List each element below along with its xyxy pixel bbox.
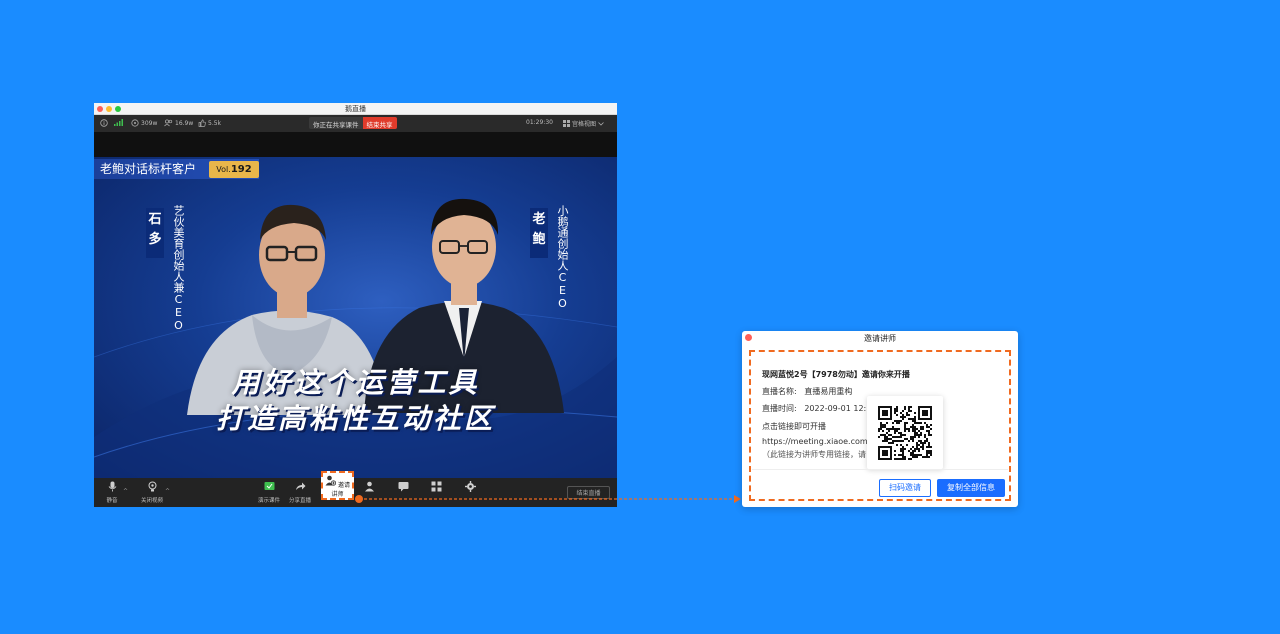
- viewer-stat: 16.9w: [164, 119, 193, 127]
- bottom-toolbar: 静音 ^ 关闭视频 ^ 演示课件 分享直播 结束直播: [94, 478, 617, 507]
- info-icon[interactable]: [100, 119, 108, 127]
- apps-grid-icon: [431, 481, 441, 492]
- apps-button[interactable]: [422, 481, 450, 496]
- video-options-chevron-icon[interactable]: ^: [165, 488, 170, 495]
- chat-button[interactable]: [389, 481, 417, 496]
- gear-icon: [464, 481, 476, 492]
- stop-share-button[interactable]: 结束共享: [362, 117, 397, 129]
- end-live-button[interactable]: 结束直播: [567, 486, 610, 499]
- courseware-button[interactable]: 演示课件: [255, 481, 283, 504]
- window-titlebar: 鹅直播: [94, 103, 617, 115]
- headline-line-2: 打造高粘性互动社区: [215, 402, 495, 435]
- person-icon: [364, 481, 374, 492]
- share-arrow-icon: [295, 482, 305, 490]
- share-status-pill: 你正在共享课件 结束共享: [309, 117, 397, 129]
- copy-all-info-button[interactable]: 复制全部信息: [937, 479, 1005, 497]
- vol-badge: Vol.192: [209, 161, 259, 178]
- invite-heading: 现网蓝悦2号【7978勿动】邀请你来开播: [762, 370, 910, 379]
- qr-code-card: [867, 396, 943, 469]
- likes-value: 5.5k: [208, 119, 222, 127]
- mute-label: 静音: [106, 498, 118, 504]
- live-name-value: 直播易用重构: [804, 387, 853, 396]
- status-bar: 309w 16.9w 5.5k 你正在共享课件 结束共享 01:29:30 宫格…: [94, 115, 617, 132]
- invite-lecturer-dialog: 邀请讲师 现网蓝悦2号【7978勿动】邀请你来开播 直播名称: 直播易用重构 直…: [742, 331, 1018, 507]
- vol-label: Vol.: [216, 165, 231, 174]
- dialog-divider: [752, 469, 1008, 470]
- video-label: 关闭视频: [140, 498, 163, 504]
- live-time-row: 直播时间: 2022-09-01 12:: [762, 403, 866, 414]
- invite-link[interactable]: https://meeting.xiaoe.com/: [762, 437, 870, 446]
- share-live-label: 分享直播: [288, 498, 311, 504]
- headline-line-1: 用好这个运营工具: [231, 366, 480, 399]
- microphone-icon: [108, 481, 116, 492]
- courseware-label: 演示课件: [257, 498, 280, 504]
- likes-stat: 5.5k: [198, 119, 221, 127]
- stream-value: 309w: [141, 119, 158, 127]
- dialog-title: 邀请讲师: [864, 334, 896, 343]
- live-timer: 01:29:30: [526, 119, 553, 126]
- signal-icon: [114, 119, 123, 126]
- share-status-text: 你正在共享课件: [309, 117, 363, 129]
- stream-icon: [131, 119, 139, 127]
- mute-options-chevron-icon[interactable]: ^: [123, 488, 128, 495]
- viewers-value: 16.9w: [175, 119, 194, 127]
- qr-code-image: [878, 406, 932, 460]
- click-link-text: 点击链接即可开播: [762, 422, 826, 431]
- live-name-label: 直播名称:: [762, 387, 797, 396]
- vol-number: 192: [230, 164, 252, 175]
- live-time-value: 2022-09-01 12:: [804, 404, 867, 413]
- courseware-stage: 老鲍对话标杆客户 Vol.192 石多 艺伙美育创始人兼CEO 老鲍 小鹅通创始…: [94, 157, 617, 478]
- link-note: （此链接为讲师专用链接，请: [762, 450, 866, 459]
- mute-button[interactable]: 静音: [98, 481, 126, 504]
- chat-icon: [398, 482, 408, 492]
- layout-view-dropdown[interactable]: 宫格视图: [563, 119, 604, 128]
- grid-view-icon: [563, 120, 570, 127]
- layout-view-label: 宫格视图: [572, 121, 597, 128]
- live-window: 鹅直播 309w 16.9w 5.5k 你正在共享课件 结束共享 01:29:3…: [94, 103, 617, 507]
- video-button[interactable]: 关闭视频: [138, 481, 166, 504]
- stream-stat: 309w: [131, 119, 157, 127]
- live-time-label: 直播时间:: [762, 404, 797, 413]
- courseware-icon: [264, 482, 274, 490]
- guest-left-name: 石多: [146, 208, 164, 258]
- window-title: 鹅直播: [345, 105, 366, 113]
- invite-lecturer-button[interactable]: 邀请讲师: [321, 471, 354, 500]
- scan-invite-button[interactable]: 扫码邀请: [879, 479, 931, 497]
- thumbs-up-icon: [198, 119, 206, 127]
- invite-person-icon: [325, 475, 337, 486]
- members-button[interactable]: [355, 481, 383, 496]
- viewers-icon: [164, 119, 173, 127]
- share-live-button[interactable]: 分享直播: [286, 481, 314, 504]
- live-name-row: 直播名称: 直播易用重构: [762, 386, 852, 397]
- camera-icon: [148, 481, 156, 492]
- settings-button[interactable]: [456, 481, 484, 496]
- chevron-down-icon: [598, 121, 604, 126]
